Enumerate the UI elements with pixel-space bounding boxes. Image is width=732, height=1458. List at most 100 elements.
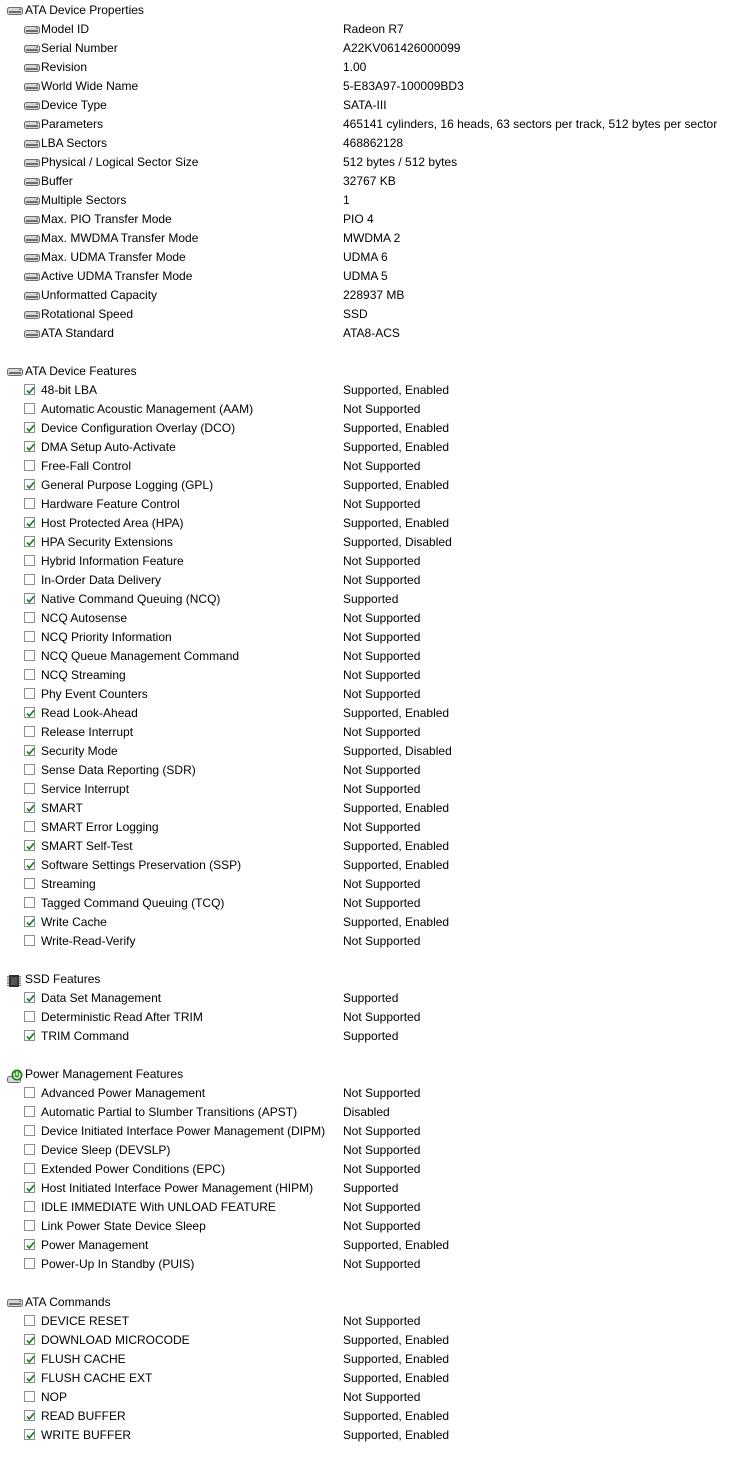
- feature-checkbox[interactable]: [24, 1239, 35, 1250]
- feature-checkbox[interactable]: [24, 688, 35, 699]
- list-item[interactable]: Read Look-Ahead Supported, Enabled: [0, 704, 732, 723]
- list-item[interactable]: Sense Data Reporting (SDR) Not Supported: [0, 761, 732, 780]
- list-item[interactable]: TRIM Command Supported: [0, 1027, 732, 1046]
- list-item[interactable]: NCQ Autosense Not Supported: [0, 609, 732, 628]
- feature-checkbox[interactable]: [24, 1410, 35, 1421]
- list-item[interactable]: Unformatted Capacity 228937 MB: [0, 286, 732, 305]
- feature-checkbox[interactable]: [24, 935, 35, 946]
- list-item[interactable]: Link Power State Device Sleep Not Support…: [0, 1217, 732, 1236]
- list-item[interactable]: Write-Read-Verify Not Supported: [0, 932, 732, 951]
- list-item[interactable]: LBA Sectors 468862128: [0, 134, 732, 153]
- list-item[interactable]: In-Order Data Delivery Not Supported: [0, 571, 732, 590]
- feature-checkbox[interactable]: [24, 650, 35, 661]
- list-item[interactable]: Power Management Supported, Enabled: [0, 1236, 732, 1255]
- feature-checkbox[interactable]: [24, 460, 35, 471]
- feature-checkbox[interactable]: [24, 555, 35, 566]
- feature-checkbox[interactable]: [24, 422, 35, 433]
- list-item[interactable]: Rotational Speed SSD: [0, 305, 732, 324]
- list-item[interactable]: Model ID Radeon R7: [0, 20, 732, 39]
- feature-checkbox[interactable]: [24, 859, 35, 870]
- list-item[interactable]: Software Settings Preservation (SSP) Supp…: [0, 856, 732, 875]
- feature-checkbox[interactable]: [24, 1163, 35, 1174]
- feature-checkbox[interactable]: [24, 1125, 35, 1136]
- list-item[interactable]: FLUSH CACHE EXT Supported, Enabled: [0, 1369, 732, 1388]
- feature-checkbox[interactable]: [24, 707, 35, 718]
- list-item[interactable]: READ BUFFER Supported, Enabled: [0, 1407, 732, 1426]
- list-item[interactable]: DEVICE RESET Not Supported: [0, 1312, 732, 1331]
- list-item[interactable]: Phy Event Counters Not Supported: [0, 685, 732, 704]
- list-item[interactable]: Device Initiated Interface Power Managem…: [0, 1122, 732, 1141]
- feature-checkbox[interactable]: [24, 1334, 35, 1345]
- list-item[interactable]: Hybrid Information Feature Not Supported: [0, 552, 732, 571]
- feature-checkbox[interactable]: [24, 517, 35, 528]
- list-item[interactable]: Power-Up In Standby (PUIS) Not Supported: [0, 1255, 732, 1274]
- feature-checkbox[interactable]: [24, 1353, 35, 1364]
- feature-checkbox[interactable]: [24, 1429, 35, 1440]
- list-item[interactable]: Host Initiated Interface Power Managemen…: [0, 1179, 732, 1198]
- list-item[interactable]: Active UDMA Transfer Mode UDMA 5: [0, 267, 732, 286]
- feature-checkbox[interactable]: [24, 726, 35, 737]
- list-item[interactable]: Multiple Sectors 1: [0, 191, 732, 210]
- feature-checkbox[interactable]: [24, 878, 35, 889]
- feature-checkbox[interactable]: [24, 764, 35, 775]
- list-item[interactable]: Max. MWDMA Transfer Mode MWDMA 2: [0, 229, 732, 248]
- list-item[interactable]: Buffer 32767 KB: [0, 172, 732, 191]
- list-item[interactable]: DMA Setup Auto-Activate Supported, Enable…: [0, 438, 732, 457]
- feature-checkbox[interactable]: [24, 612, 35, 623]
- feature-checkbox[interactable]: [24, 1030, 35, 1041]
- section-header[interactable]: ATA Device Features: [0, 362, 732, 381]
- feature-checkbox[interactable]: [24, 1087, 35, 1098]
- list-item[interactable]: Parameters 465141 cylinders, 16 heads, 63…: [0, 115, 732, 134]
- list-item[interactable]: Write Cache Supported, Enabled: [0, 913, 732, 932]
- list-item[interactable]: Native Command Queuing (NCQ) Supported: [0, 590, 732, 609]
- feature-checkbox[interactable]: [24, 916, 35, 927]
- list-item[interactable]: World Wide Name 5-E83A97-100009BD3: [0, 77, 732, 96]
- feature-checkbox[interactable]: [24, 498, 35, 509]
- feature-checkbox[interactable]: [24, 669, 35, 680]
- list-item[interactable]: Tagged Command Queuing (TCQ) Not Supporte…: [0, 894, 732, 913]
- feature-checkbox[interactable]: [24, 536, 35, 547]
- feature-checkbox[interactable]: [24, 1372, 35, 1383]
- list-item[interactable]: Max. UDMA Transfer Mode UDMA 6: [0, 248, 732, 267]
- feature-checkbox[interactable]: [24, 1011, 35, 1022]
- list-item[interactable]: 48-bit LBA Supported, Enabled: [0, 381, 732, 400]
- section-header[interactable]: SSD Features: [0, 970, 732, 989]
- list-item[interactable]: Security Mode Supported, Disabled: [0, 742, 732, 761]
- feature-checkbox[interactable]: [24, 821, 35, 832]
- list-item[interactable]: Physical / Logical Sector Size 512 bytes …: [0, 153, 732, 172]
- list-item[interactable]: General Purpose Logging (GPL) Supported, …: [0, 476, 732, 495]
- list-item[interactable]: NOP Not Supported: [0, 1388, 732, 1407]
- list-item[interactable]: Revision 1.00: [0, 58, 732, 77]
- section-header[interactable]: ATA Commands: [0, 1293, 732, 1312]
- list-item[interactable]: Host Protected Area (HPA) Supported, Enab…: [0, 514, 732, 533]
- list-item[interactable]: SMART Self-Test Supported, Enabled: [0, 837, 732, 856]
- list-item[interactable]: NCQ Priority Information Not Supported: [0, 628, 732, 647]
- list-item[interactable]: Release Interrupt Not Supported: [0, 723, 732, 742]
- feature-checkbox[interactable]: [24, 1182, 35, 1193]
- list-item[interactable]: IDLE IMMEDIATE With UNLOAD FEATURE Not Su…: [0, 1198, 732, 1217]
- list-item[interactable]: Device Sleep (DEVSLP) Not Supported: [0, 1141, 732, 1160]
- list-item[interactable]: Max. PIO Transfer Mode PIO 4: [0, 210, 732, 229]
- section-header[interactable]: Power Management Features: [0, 1065, 732, 1084]
- list-item[interactable]: SMART Supported, Enabled: [0, 799, 732, 818]
- feature-checkbox[interactable]: [24, 593, 35, 604]
- section-header[interactable]: ATA Device Properties: [0, 1, 732, 20]
- feature-checkbox[interactable]: [24, 1258, 35, 1269]
- feature-checkbox[interactable]: [24, 802, 35, 813]
- feature-checkbox[interactable]: [24, 1315, 35, 1326]
- list-item[interactable]: NCQ Queue Management Command Not Supporte…: [0, 647, 732, 666]
- list-item[interactable]: FLUSH CACHE Supported, Enabled: [0, 1350, 732, 1369]
- list-item[interactable]: NCQ Streaming Not Supported: [0, 666, 732, 685]
- feature-checkbox[interactable]: [24, 840, 35, 851]
- feature-checkbox[interactable]: [24, 1220, 35, 1231]
- feature-checkbox[interactable]: [24, 403, 35, 414]
- feature-checkbox[interactable]: [24, 441, 35, 452]
- list-item[interactable]: Free-Fall Control Not Supported: [0, 457, 732, 476]
- list-item[interactable]: Extended Power Conditions (EPC) Not Suppo…: [0, 1160, 732, 1179]
- list-item[interactable]: Service Interrupt Not Supported: [0, 780, 732, 799]
- list-item[interactable]: HPA Security Extensions Supported, Disabl…: [0, 533, 732, 552]
- feature-checkbox[interactable]: [24, 384, 35, 395]
- feature-checkbox[interactable]: [24, 1144, 35, 1155]
- list-item[interactable]: Streaming Not Supported: [0, 875, 732, 894]
- feature-checkbox[interactable]: [24, 631, 35, 642]
